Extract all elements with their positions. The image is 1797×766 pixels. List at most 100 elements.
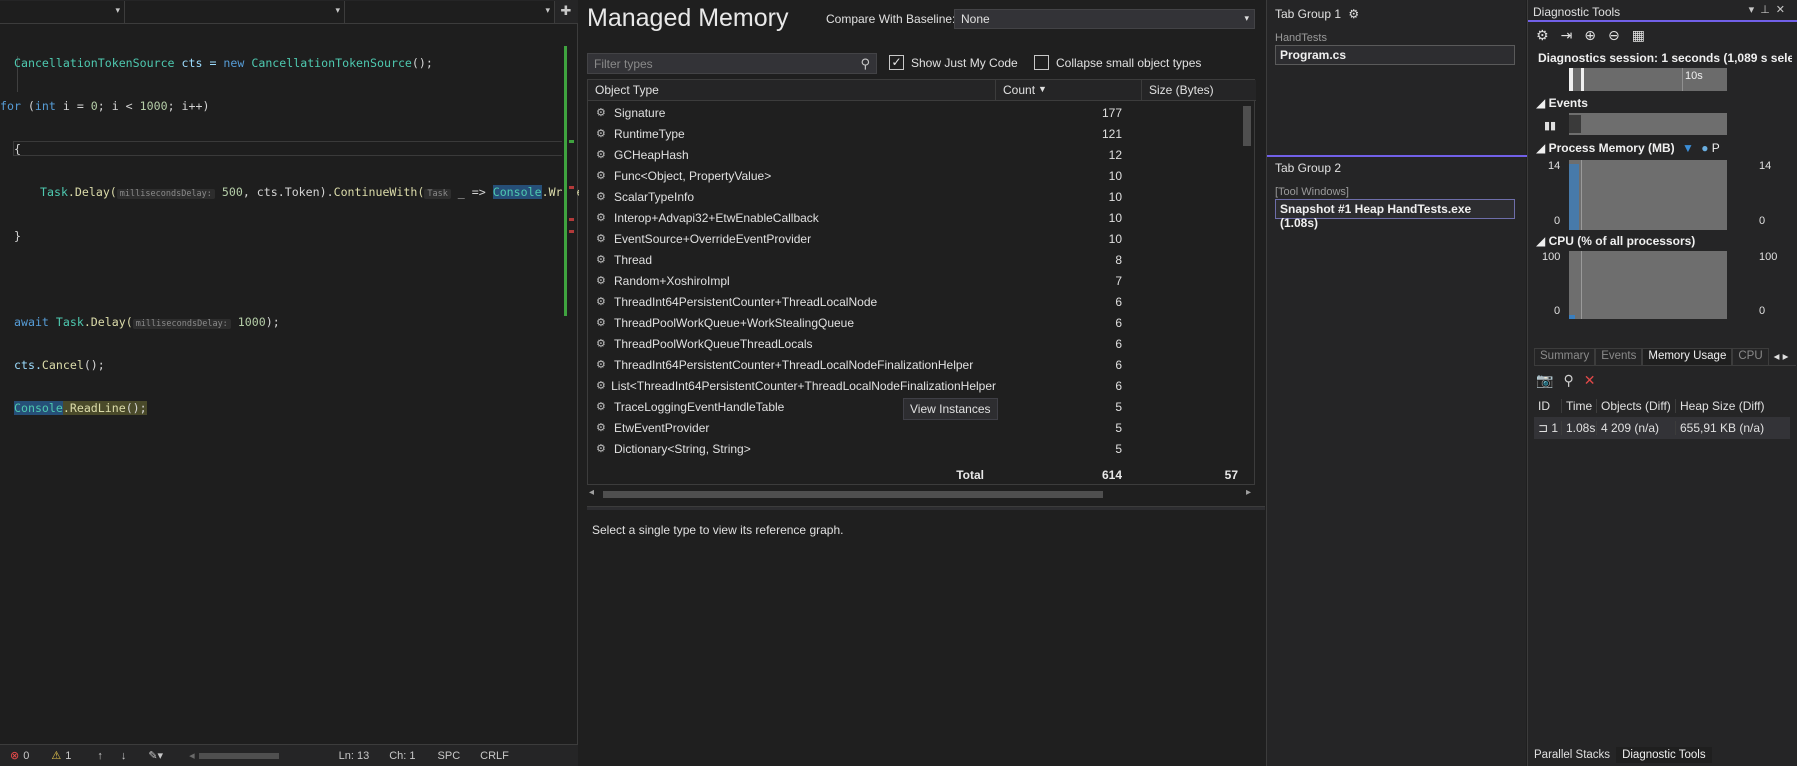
cpu-chart[interactable] (1569, 251, 1727, 319)
table-row[interactable]: ⚙ Random+XoshiroImpl 7 (588, 270, 1240, 291)
panel-splitter[interactable] (587, 506, 1265, 510)
line-indicator[interactable]: Ln: 13 (339, 750, 370, 762)
error-count[interactable]: 0 (23, 750, 29, 762)
process-memory-chart[interactable] (1569, 160, 1727, 230)
snapshot-objects[interactable]: 4 209 (1601, 421, 1631, 435)
grid-vertical-scrollbar[interactable] (1240, 102, 1254, 464)
zoom-out-icon[interactable]: ⊖ (1608, 27, 1620, 44)
tab-snapshot-heap[interactable]: Snapshot #1 Heap HandTests.exe (1.08s) (1275, 199, 1515, 230)
project-dropdown[interactable]: ▾ (0, 1, 125, 23)
scroll-thumb[interactable] (603, 491, 1103, 498)
scroll-thumb[interactable] (1243, 106, 1251, 146)
chevron-down-icon: ▾ (1244, 13, 1249, 23)
class-type-icon: ⚙ (596, 190, 606, 203)
member-dropdown[interactable]: ▾ (345, 1, 555, 23)
table-row[interactable]: ⚙ RuntimeType 121 (588, 123, 1240, 144)
chevron-left-icon[interactable]: ◂ (589, 487, 594, 498)
column-header-time[interactable]: Time (1562, 399, 1597, 413)
delete-icon[interactable]: ✕ (1584, 372, 1596, 389)
filter-types-input[interactable]: Filter types ⚲ (587, 53, 877, 74)
table-row[interactable]: ⚙ ThreadPoolWorkQueue+WorkStealingQueue 6 (588, 312, 1240, 333)
count-cell: 6 (1115, 336, 1122, 351)
type-dropdown[interactable]: ▾ (125, 1, 345, 23)
arrow-down-icon[interactable]: ↓ (121, 750, 127, 762)
chevron-down-icon[interactable]: ▾ (1749, 4, 1761, 16)
grid-horizontal-scrollbar[interactable]: ◂ ▸ (587, 487, 1255, 501)
baseline-dropdown[interactable]: None ▾ (954, 9, 1255, 29)
zoom-in-icon[interactable]: ⊕ (1584, 27, 1596, 44)
tab-diagnostic-tools[interactable]: Diagnostic Tools (1616, 747, 1712, 763)
chevron-right-icon[interactable]: ▸ (1246, 487, 1251, 498)
table-row[interactable]: ⚙ Interop+Advapi32+EtwEnableCallback 10 (588, 207, 1240, 228)
object-types-grid[interactable]: Object Type Count ▼ Size (Bytes) ⚙ Signat… (587, 79, 1256, 485)
snapshot-heap-diff[interactable]: (n/a) (1739, 421, 1764, 435)
table-row[interactable]: ⚙ List<ThreadInt64PersistentCounter+Threa… (588, 375, 1240, 396)
pause-icon[interactable]: ▮▮ (1544, 119, 1556, 132)
code-editor[interactable]: ▾ ▾ ▾ ✚ CancellationTokenSource cts = ne… (0, 0, 611, 766)
column-header-heap[interactable]: Heap Size (Diff) (1676, 399, 1790, 413)
column-header-count[interactable]: Count ▼ (996, 80, 1142, 100)
gear-icon[interactable]: ⚙ (1348, 7, 1359, 21)
table-row[interactable]: ⚙ ScalarTypeInfo 10 (588, 186, 1240, 207)
column-header-size[interactable]: Size (Bytes) (1142, 80, 1256, 100)
column-header-object-type[interactable]: Object Type (588, 80, 996, 100)
error-icon[interactable]: ⊗ (10, 749, 19, 762)
table-row[interactable]: ⚙ Signature 177 (588, 102, 1240, 123)
settings-icon[interactable]: ⚙ (1536, 27, 1549, 44)
whitespace-indicator[interactable]: SPC (438, 750, 461, 762)
pin-icon[interactable]: ⊥ (1760, 4, 1776, 16)
reset-view-icon[interactable]: ▦ (1632, 27, 1645, 44)
export-icon[interactable]: ⇥ (1561, 27, 1573, 44)
snapshot-row[interactable]: ⊐ 1 1.08s 4 209 (n/a) 655,91 KB (n/a) (1534, 417, 1790, 439)
events-track[interactable] (1569, 113, 1727, 135)
arrow-up-icon[interactable]: ↑ (97, 750, 103, 762)
search-icon[interactable]: ⚲ (860, 56, 870, 72)
table-row[interactable]: ⚙ Thread 8 (588, 249, 1240, 270)
checkbox-unchecked-icon[interactable] (1034, 55, 1049, 70)
tab-program-cs[interactable]: Program.cs (1275, 45, 1515, 65)
code-area[interactable]: CancellationTokenSource cts = new Cancel… (0, 27, 611, 445)
line-ending-indicator[interactable]: CRLF (480, 750, 509, 762)
table-row[interactable]: ⚙ GCHeapHash 12 (588, 144, 1240, 165)
title-accent (1528, 20, 1797, 22)
table-row[interactable]: ⚙ ThreadInt64PersistentCounter+ThreadLoca… (588, 291, 1240, 312)
table-row[interactable]: ⚙ ThreadInt64PersistentCounter+ThreadLoca… (588, 354, 1240, 375)
object-type-cell: ⚙ List<ThreadInt64PersistentCounter+Threa… (588, 379, 996, 393)
snapshot-heap[interactable]: 655,91 KB (1680, 421, 1736, 435)
timeline-cursor[interactable] (1581, 68, 1584, 91)
close-icon[interactable]: ✕ (1776, 4, 1791, 16)
table-row[interactable]: ⚙ Dictionary<String, String> 5 (588, 438, 1240, 459)
table-row[interactable]: ⚙ EventSource+OverrideEventProvider 10 (588, 228, 1240, 249)
timeline-ruler[interactable]: 10s (1569, 68, 1727, 91)
table-row[interactable]: ⚙ Func<Object, PropertyValue> 10 (588, 165, 1240, 186)
snapshots-table[interactable]: ID Time Objects (Diff) Heap Size (Diff) … (1534, 395, 1790, 439)
tab-parallel-stacks[interactable]: Parallel Stacks (1528, 747, 1616, 763)
take-snapshot-icon[interactable]: 📷 (1536, 372, 1553, 389)
column-header-id[interactable]: ID (1534, 399, 1562, 413)
tab-events[interactable]: Events (1595, 348, 1643, 365)
brush-icon[interactable]: ✎▾ (148, 749, 163, 762)
events-section-header[interactable]: ◢ Events (1536, 96, 1588, 110)
search-icon[interactable]: ⚲ (1563, 372, 1573, 389)
process-memory-header[interactable]: ◢ Process Memory (MB) ▼ ● P (1536, 141, 1720, 155)
view-instances-tooltip[interactable]: View Instances (903, 398, 998, 420)
char-indicator[interactable]: Ch: 1 (389, 750, 415, 762)
tab-summary[interactable]: Summary (1534, 348, 1596, 365)
warning-count[interactable]: 1 (65, 750, 71, 762)
collapse-small-checkbox[interactable]: Collapse small object types (1034, 55, 1201, 70)
tab-scroll-arrows-icon[interactable]: ◂ ▸ (1769, 348, 1794, 365)
horizontal-scrollbar[interactable] (198, 752, 279, 759)
tab-cpu[interactable]: CPU (1732, 348, 1769, 365)
tab-memory-usage[interactable]: Memory Usage (1642, 348, 1733, 365)
table-row[interactable]: ⚙ EtwEventProvider 5 (588, 417, 1240, 438)
show-just-my-code-checkbox[interactable]: ✓ Show Just My Code (889, 55, 1018, 70)
chevron-left-icon[interactable]: ◂ (189, 749, 195, 762)
column-header-objects[interactable]: Objects (Diff) (1597, 399, 1676, 413)
snapshot-objects-diff[interactable]: (n/a) (1634, 421, 1659, 435)
warning-icon[interactable]: ⚠ (51, 749, 61, 762)
table-row[interactable]: ⚙ ThreadPoolWorkQueueThreadLocals 6 (588, 333, 1240, 354)
checkbox-checked-icon[interactable]: ✓ (889, 55, 904, 70)
cpu-section-header[interactable]: ◢ CPU (% of all processors) (1536, 234, 1695, 248)
split-add-icon[interactable]: ✚ (555, 0, 577, 23)
cpu-axis-min-right: 0 (1759, 305, 1766, 317)
